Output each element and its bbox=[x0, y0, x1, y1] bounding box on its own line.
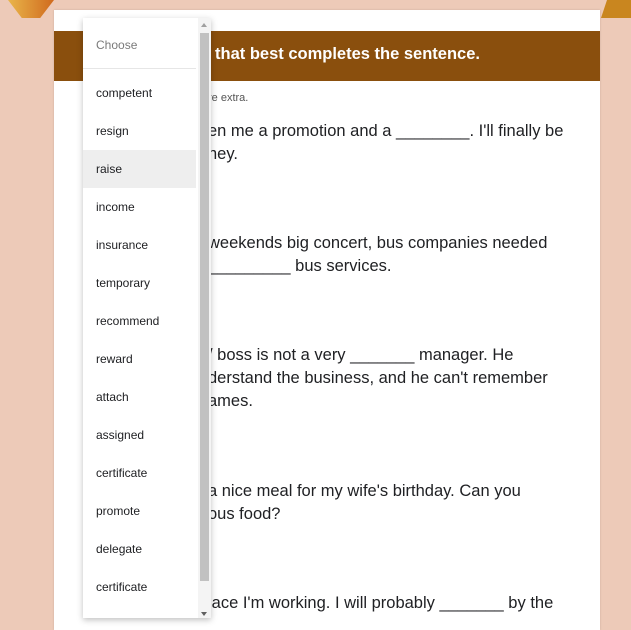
dropdown-option[interactable]: certificate bbox=[83, 568, 196, 606]
question-4: a nice meal for my wife's birthday. Can … bbox=[208, 480, 521, 526]
question-text-line: / boss is not a very _______ manager. He bbox=[208, 346, 514, 364]
question-1: en me a promotion and a ________. I'll f… bbox=[208, 120, 563, 166]
question-text-line: ney. bbox=[208, 145, 238, 163]
dropdown-option[interactable]: temporary bbox=[83, 264, 196, 302]
dropdown-option[interactable]: promote bbox=[83, 492, 196, 530]
dropdown-options-list: competent resign raise income insurance … bbox=[83, 74, 196, 606]
section-description: re extra. bbox=[208, 92, 249, 104]
scrollbar-thumb[interactable] bbox=[200, 33, 209, 581]
question-text-line: derstand the business, and he can't reme… bbox=[208, 369, 548, 387]
dropdown-option-hovered[interactable]: raise bbox=[83, 150, 196, 188]
dropdown-option[interactable]: delegate bbox=[83, 530, 196, 568]
question-5: lace I'm working. I will probably ______… bbox=[208, 592, 553, 615]
answer-dropdown-menu[interactable]: Choose competent resign raise income ins… bbox=[83, 18, 211, 618]
question-text-line: a nice meal for my wife's birthday. Can … bbox=[208, 482, 521, 500]
dropdown-placeholder-label: Choose bbox=[96, 38, 138, 52]
question-3: / boss is not a very _______ manager. He… bbox=[208, 344, 548, 413]
dropdown-option[interactable]: assigned bbox=[83, 416, 196, 454]
question-2: weekends big concert, bus companies need… bbox=[208, 232, 547, 278]
dropdown-option[interactable]: income bbox=[83, 188, 196, 226]
dropdown-option[interactable]: recommend bbox=[83, 302, 196, 340]
question-text-line: en me a promotion and a ________. I'll f… bbox=[208, 122, 564, 140]
scroll-down-arrow-icon[interactable] bbox=[201, 612, 207, 616]
decorative-corner-right bbox=[601, 0, 631, 18]
question-text-line: _________ bus services. bbox=[208, 257, 392, 275]
dropdown-option[interactable]: attach bbox=[83, 378, 196, 416]
question-text-line: lace I'm working. I will probably ______… bbox=[208, 594, 554, 612]
dropdown-placeholder[interactable]: Choose bbox=[83, 18, 196, 69]
dropdown-option[interactable]: reward bbox=[83, 340, 196, 378]
dropdown-option[interactable]: certificate bbox=[83, 454, 196, 492]
dropdown-option[interactable]: resign bbox=[83, 112, 196, 150]
decorative-corner-left bbox=[8, 0, 54, 18]
scroll-up-arrow-icon[interactable] bbox=[201, 23, 207, 27]
dropdown-scrollbar[interactable] bbox=[198, 18, 211, 618]
dropdown-option[interactable]: insurance bbox=[83, 226, 196, 264]
question-text-line: weekends big concert, bus companies need… bbox=[208, 234, 548, 252]
question-text-line: ames. bbox=[208, 392, 253, 410]
question-text-line: ous food? bbox=[208, 505, 281, 523]
dropdown-option[interactable]: competent bbox=[83, 74, 196, 112]
section-title: that best completes the sentence. bbox=[215, 45, 480, 63]
